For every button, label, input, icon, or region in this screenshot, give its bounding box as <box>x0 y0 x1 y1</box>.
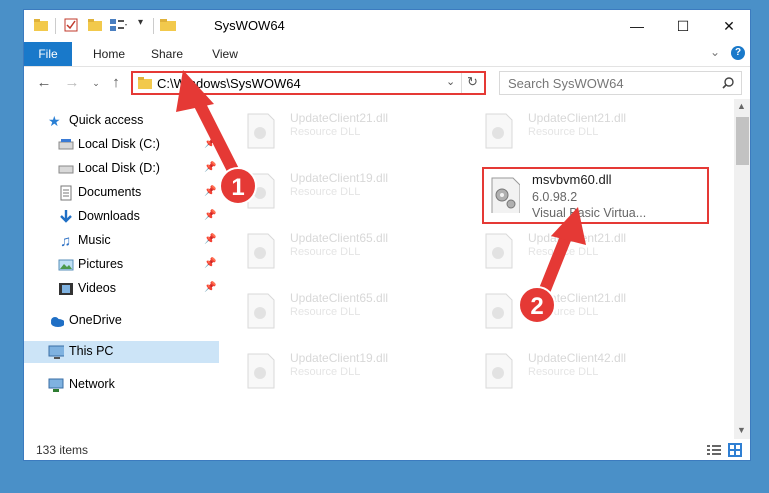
arrow-2-head <box>551 207 586 245</box>
arrow-1-head <box>176 70 214 112</box>
annotation-arrows <box>176 70 586 308</box>
step-badge-1: 1 <box>219 167 257 205</box>
step-badge-2: 2 <box>518 286 556 324</box>
